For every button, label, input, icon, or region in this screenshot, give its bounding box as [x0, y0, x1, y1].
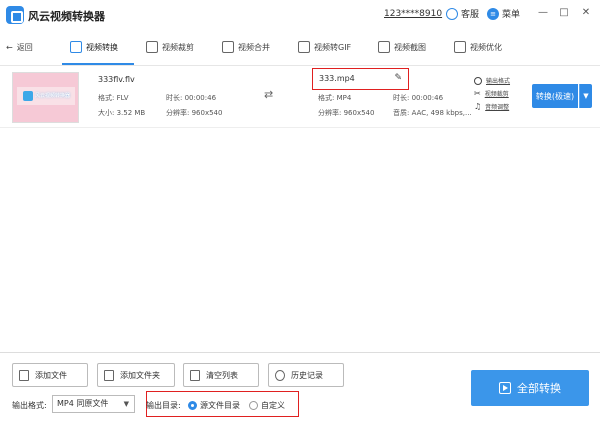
- tab-label: 视频裁剪: [162, 42, 194, 52]
- tab-video-optimize[interactable]: 视频优化: [454, 41, 502, 53]
- source-format: 格式: FLV: [98, 94, 129, 102]
- radio-unchecked-icon: [249, 401, 258, 410]
- convert-all-button[interactable]: 全部转换: [471, 370, 589, 406]
- gif-icon: [298, 41, 310, 53]
- output-format-link[interactable]: 输出格式: [474, 74, 510, 87]
- tab-label: 视频优化: [470, 42, 502, 52]
- add-file-button[interactable]: 添加文件: [12, 363, 88, 387]
- tab-label: 视频合并: [238, 42, 270, 52]
- output-name-field[interactable]: 333.mp4 ✎: [312, 68, 409, 90]
- menu-button[interactable]: ≡ 菜单: [487, 7, 520, 20]
- output-format-value: MP4 同原文件: [57, 399, 109, 408]
- radio-label: 自定义: [261, 401, 285, 410]
- button-label: 添加文件: [35, 370, 67, 380]
- toolbar: ← 返回 视频转换 视频裁剪 视频合并 视频转GIF 视频截图 视频优化: [0, 32, 600, 66]
- app-window: 风云视频转换器 123****8910 客服 ≡ 菜单 — □ ✕ ← 返回 视…: [0, 0, 600, 422]
- clear-list-button[interactable]: 清空列表: [183, 363, 259, 387]
- title-bar: 风云视频转换器 123****8910 客服 ≡ 菜单 — □ ✕: [0, 0, 600, 32]
- source-duration: 时长: 00:00:46: [166, 94, 217, 102]
- output-dir-label: 输出目录:: [146, 401, 181, 410]
- back-button[interactable]: ← 返回: [6, 42, 33, 53]
- app-logo-icon: [6, 6, 24, 24]
- source-resolution: 分辨率: 960x540: [166, 109, 223, 117]
- back-label: 返回: [16, 43, 33, 52]
- output-duration: 时长: 00:00:46: [393, 94, 444, 102]
- radio-label: 源文件目录: [200, 401, 240, 410]
- support-label: 客服: [461, 10, 480, 20]
- tab-label: 视频转换: [86, 42, 118, 52]
- output-format: 格式: MP4: [318, 94, 352, 102]
- radio-custom-dir[interactable]: 自定义: [249, 400, 285, 411]
- thumbnail-text: 风云视频转换器: [35, 93, 71, 99]
- tool-label: 音频调整: [485, 104, 510, 111]
- audio-adjust-link[interactable]: ♫ 音频调整: [474, 100, 510, 113]
- tab-video-crop[interactable]: 视频裁剪: [146, 41, 194, 53]
- add-folder-button[interactable]: 添加文件夹: [97, 363, 175, 387]
- menu-icon: ≡: [487, 7, 499, 20]
- file-icon: [19, 369, 29, 381]
- minimize-button[interactable]: —: [536, 6, 550, 20]
- clock-icon: [275, 369, 285, 381]
- convert-button[interactable]: 转换(极速): [532, 84, 578, 108]
- output-resolution: 分辨率: 960x540: [318, 109, 375, 117]
- radio-checked-icon: [188, 401, 197, 410]
- sliders-icon: [454, 41, 466, 53]
- convert-arrow-icon: ⇄: [264, 88, 274, 101]
- thumbnail-logo-icon: [23, 91, 33, 101]
- screenshot-icon: [378, 41, 390, 53]
- output-format-label: 输出格式:: [12, 401, 47, 410]
- menu-label: 菜单: [502, 10, 521, 20]
- tool-label: 视频裁剪: [484, 91, 509, 98]
- maximize-button[interactable]: □: [557, 6, 571, 20]
- chevron-down-icon: ▼: [123, 400, 129, 408]
- convert-options-dropdown[interactable]: ▼: [579, 84, 592, 108]
- convert-all-label: 全部转换: [517, 382, 561, 395]
- active-tab-indicator: [62, 63, 134, 65]
- music-icon: ♫: [474, 102, 482, 111]
- tab-video-to-gif[interactable]: 视频转GIF: [298, 41, 351, 53]
- output-file-name[interactable]: 333.mp4: [319, 74, 355, 83]
- arrow-left-icon: ←: [6, 43, 13, 52]
- button-label: 历史记录: [291, 370, 323, 380]
- video-crop-link[interactable]: ✂ 视频裁剪: [474, 87, 510, 100]
- video-merge-icon: [222, 41, 234, 53]
- pencil-icon[interactable]: ✎: [394, 73, 402, 83]
- headset-icon: [446, 7, 458, 20]
- tab-video-screenshot[interactable]: 视频截图: [378, 41, 426, 53]
- tab-label: 视频转GIF: [314, 42, 352, 52]
- button-label: 添加文件夹: [120, 370, 160, 380]
- button-label: 清空列表: [206, 370, 238, 380]
- tool-label: 输出格式: [486, 78, 511, 85]
- video-convert-icon: [70, 41, 82, 53]
- tab-label: 视频截图: [394, 42, 426, 52]
- video-crop-icon: [146, 41, 158, 53]
- radio-source-dir[interactable]: 源文件目录: [188, 400, 240, 411]
- play-icon: [499, 382, 511, 394]
- output-format-select[interactable]: MP4 同原文件 ▼: [52, 395, 135, 413]
- source-file-name: 333flv.flv: [98, 75, 135, 84]
- app-title: 风云视频转换器: [28, 10, 105, 23]
- scissors-icon: ✂: [474, 89, 481, 98]
- settings-icon: [474, 76, 482, 85]
- tab-video-merge[interactable]: 视频合并: [222, 41, 270, 53]
- close-button[interactable]: ✕: [579, 6, 593, 20]
- tab-video-convert[interactable]: 视频转换: [70, 41, 118, 53]
- trash-icon: [190, 369, 200, 381]
- support-button[interactable]: 客服: [446, 7, 479, 20]
- folder-icon: [104, 369, 114, 381]
- file-tools: 输出格式 ✂ 视频裁剪 ♫ 音频调整: [474, 74, 510, 113]
- chevron-down-icon: ▼: [583, 92, 589, 100]
- video-thumbnail: 风云视频转换器: [12, 72, 79, 123]
- history-button[interactable]: 历史记录: [268, 363, 344, 387]
- source-size: 大小: 3.52 MB: [98, 109, 146, 117]
- output-audio: 音质: AAC, 498 kbps,...: [393, 109, 472, 117]
- user-account-link[interactable]: 123****8910: [384, 9, 442, 19]
